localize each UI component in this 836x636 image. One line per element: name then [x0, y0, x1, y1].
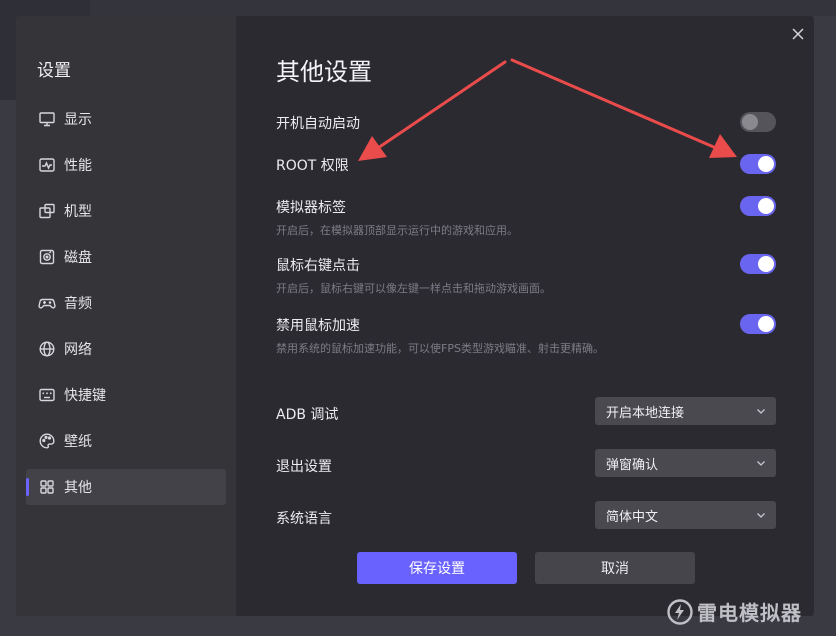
sidebar-item-label: 壁纸: [64, 434, 92, 450]
adb-debug-label: ADB 调试: [276, 407, 339, 423]
toggle-knob: [758, 256, 774, 272]
close-icon[interactable]: [788, 24, 808, 44]
sidebar-title: 设置: [37, 61, 71, 81]
sidebar-nav: 显示 性能 机型 磁盘 音频 网络 快捷键 壁纸 其他: [26, 101, 226, 515]
select-value: 简体中文: [606, 509, 659, 525]
autostart-label: 开机自动启动: [276, 116, 360, 132]
right-click-label: 鼠标右键点击: [276, 258, 360, 274]
toggle-knob: [758, 316, 774, 332]
toggle-knob: [758, 198, 774, 214]
sidebar-item-label: 其他: [64, 480, 92, 496]
right-click-desc: 开启后，鼠标右键可以像左键一样点击和拖动游戏画面。: [276, 282, 551, 295]
sidebar-item-label: 网络: [64, 342, 92, 358]
sidebar-item-performance[interactable]: 性能: [26, 147, 226, 183]
exit-setting-select[interactable]: 弹窗确认: [595, 449, 776, 477]
autostart-toggle[interactable]: [740, 112, 776, 132]
sidebar-item-wallpaper[interactable]: 壁纸: [26, 423, 226, 459]
background-strip: [90, 0, 836, 16]
system-language-label: 系统语言: [276, 511, 332, 527]
adb-debug-select[interactable]: 开启本地连接: [595, 397, 776, 425]
mouse-accel-toggle[interactable]: [740, 314, 776, 334]
emulator-tab-desc: 开启后，在模拟器顶部显示运行中的游戏和应用。: [276, 224, 518, 237]
sidebar-item-label: 性能: [64, 158, 92, 174]
sidebar-item-device-model[interactable]: 机型: [26, 193, 226, 229]
grid-icon: [38, 478, 56, 496]
chevron-down-icon: [757, 461, 765, 466]
mouse-accel-label: 禁用鼠标加速: [276, 318, 360, 334]
chevron-down-icon: [757, 409, 765, 414]
sidebar-item-display[interactable]: 显示: [26, 101, 226, 137]
sidebar-item-label: 显示: [64, 112, 92, 128]
toggle-knob: [758, 156, 774, 172]
select-value: 开启本地连接: [606, 405, 685, 421]
performance-icon: [38, 156, 56, 174]
globe-icon: [38, 340, 56, 358]
system-language-select[interactable]: 简体中文: [595, 501, 776, 529]
device-model-icon: [38, 202, 56, 220]
chevron-down-icon: [757, 513, 765, 518]
watermark-logo: 雷电模拟器: [667, 597, 802, 626]
palette-icon: [38, 432, 56, 450]
page-title: 其他设置: [276, 58, 372, 86]
toggle-knob: [742, 114, 758, 130]
cancel-button[interactable]: 取消: [535, 552, 695, 584]
monitor-icon: [38, 110, 56, 128]
sidebar: 设置 显示 性能 机型 磁盘 音频 网络 快捷键 壁纸 其他: [16, 16, 236, 616]
sidebar-item-network[interactable]: 网络: [26, 331, 226, 367]
lightning-logo-icon: [667, 598, 693, 625]
select-value: 弹窗确认: [606, 457, 659, 473]
root-permission-label: ROOT 权限: [276, 158, 349, 174]
exit-setting-label: 退出设置: [276, 459, 332, 475]
settings-dialog: 设置 显示 性能 机型 磁盘 音频 网络 快捷键 壁纸 其他 其他设置 开机自动…: [16, 16, 814, 616]
sidebar-item-label: 磁盘: [64, 250, 92, 266]
mouse-accel-desc: 禁用系统的鼠标加速功能，可以使FPS类型游戏瞄准、射击更精确。: [276, 342, 604, 355]
sidebar-item-label: 快捷键: [64, 388, 106, 404]
sidebar-item-disk[interactable]: 磁盘: [26, 239, 226, 275]
sidebar-item-audio[interactable]: 音频: [26, 285, 226, 321]
sidebar-item-shortcuts[interactable]: 快捷键: [26, 377, 226, 413]
gamepad-icon: [38, 294, 56, 312]
save-button[interactable]: 保存设置: [357, 552, 517, 584]
sidebar-item-label: 音频: [64, 296, 92, 312]
emulator-tab-toggle[interactable]: [740, 196, 776, 216]
sidebar-item-other[interactable]: 其他: [26, 469, 226, 505]
watermark-text: 雷电模拟器: [697, 601, 802, 625]
root-permission-toggle[interactable]: [740, 154, 776, 174]
disk-icon: [38, 248, 56, 266]
sidebar-item-label: 机型: [64, 204, 92, 220]
keyboard-icon: [38, 386, 56, 404]
right-click-toggle[interactable]: [740, 254, 776, 274]
emulator-tab-label: 模拟器标签: [276, 200, 346, 216]
